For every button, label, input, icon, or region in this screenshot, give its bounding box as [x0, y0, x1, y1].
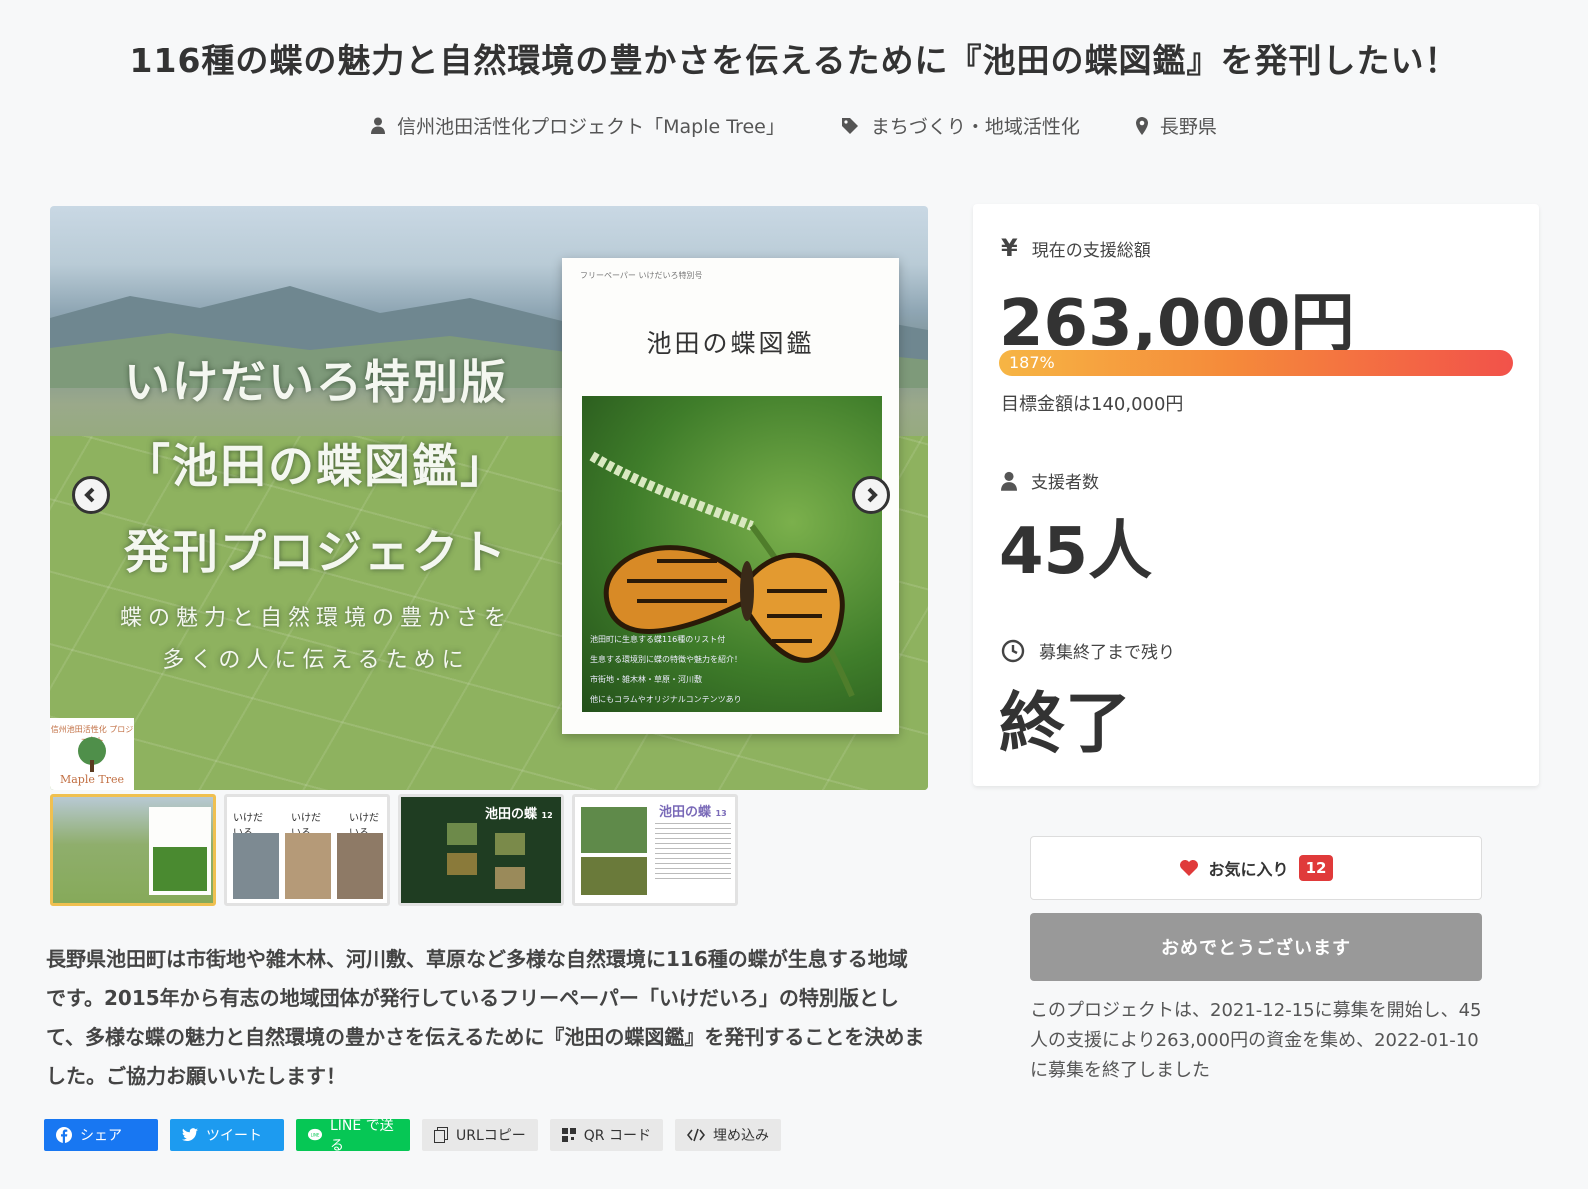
chevron-right-icon — [867, 487, 878, 503]
book-series-label: フリーペーパー いけだいろ特別号 — [580, 271, 703, 280]
yen-icon: ¥ — [1001, 234, 1018, 262]
qr-code-icon — [561, 1128, 576, 1142]
favorite-count-badge: 12 — [1298, 855, 1334, 881]
location-name: 長野県 — [1159, 116, 1217, 138]
project-summary: このプロジェクトは、2021-12-15に募集を開始し、45人の支援により263… — [1030, 1000, 1482, 1081]
maple-tree-logo: 信州池田活性化 プロジェクト Maple Tree — [50, 718, 134, 790]
favorite-button[interactable]: お気に入り 12 — [1030, 836, 1482, 900]
heart-icon — [1179, 860, 1198, 876]
goal-amount: 目標金額は140,000円 — [1001, 394, 1184, 415]
remaining-value: 終了 — [999, 685, 1131, 762]
thumbnail-strip: いけだいろ いけだいろ いけだいろ 池田の蝶 12 池田の蝶 13 — [50, 794, 738, 906]
hero-line3: 発刊プロジェクト — [124, 525, 508, 579]
project-description: 長野県池田町は市街地や雑木林、河川敷、草原など多様な自然環境に116種の蝶が生息… — [46, 947, 925, 1088]
category-link[interactable]: まちづくり・地域活性化 — [841, 112, 1080, 139]
embed-label: 埋め込み — [712, 1128, 769, 1144]
carousel-prev-button[interactable] — [72, 476, 110, 514]
remaining-label-row: 募集終了まで残り — [1001, 638, 1175, 663]
amount-label-row: ¥ 現在の支援総額 — [1001, 234, 1151, 262]
backers-label-row: 支援者数 — [1001, 468, 1099, 493]
category-name: まちづくり・地域活性化 — [870, 116, 1080, 138]
user-icon — [1001, 471, 1017, 491]
project-ended-button: おめでとうございます — [1030, 913, 1482, 981]
progress-percent: 187% — [1009, 353, 1055, 372]
book-caption-4: 他にもコラムやオリジナルコンテンツあり — [590, 695, 742, 704]
backers-value: 45人 — [999, 515, 1153, 589]
book-caption-1: 池田町に生息する蝶116種のリスト付 — [590, 635, 726, 644]
facebook-icon — [56, 1127, 72, 1143]
thumb4-page: 13 — [715, 809, 727, 818]
hero-line2: 「池田の蝶図鑑」 — [124, 439, 508, 493]
svg-text:LINE: LINE — [311, 1132, 320, 1137]
twitter-share-label: ツイート — [206, 1128, 262, 1144]
facebook-share-button[interactable]: シェア — [44, 1119, 158, 1151]
remaining-label: 募集終了まで残り — [1039, 643, 1175, 663]
embed-button[interactable]: 埋め込み — [674, 1119, 781, 1151]
map-marker-icon — [1135, 116, 1148, 135]
favorite-label: お気に入り — [1208, 860, 1289, 879]
hero-carousel[interactable]: いけだいろ特別版 「池田の蝶図鑑」 発刊プロジェクト 蝶の魅力と自然環境の豊かさ… — [50, 206, 928, 790]
thumbnail-2[interactable]: いけだいろ いけだいろ いけだいろ — [224, 794, 390, 906]
twitter-share-button[interactable]: ツイート — [170, 1119, 284, 1151]
project-meta: 信州池田活性化プロジェクト「Maple Tree」 まちづくり・地域活性化 長野… — [0, 112, 1588, 139]
thumbnail-1[interactable] — [50, 794, 216, 906]
book-caption-2: 生息する環境別に蝶の特徴や魅力を紹介！ — [590, 655, 742, 664]
thumb4-title: 池田の蝶 — [659, 805, 712, 820]
location-link[interactable]: 長野県 — [1135, 112, 1217, 139]
thumb3-page: 12 — [541, 811, 553, 820]
book-title: 池田の蝶図鑑 — [646, 329, 815, 358]
user-icon — [371, 117, 386, 134]
thumbnail-4[interactable]: 池田の蝶 13 — [572, 794, 738, 906]
page-title: 116種の蝶の魅力と自然環境の豊かさを伝えるために『池田の蝶図鑑』を発刊したい！ — [129, 41, 1459, 80]
book-cover: フリーペーパー いけだいろ特別号 池田の蝶図鑑 池田町に生息する蝶116種のリス… — [562, 258, 899, 734]
url-copy-label: URLコピー — [456, 1128, 526, 1144]
owner-link[interactable]: 信州池田活性化プロジェクト「Maple Tree」 — [371, 112, 785, 139]
copy-icon — [434, 1127, 448, 1143]
chevron-left-icon — [84, 487, 95, 503]
line-share-button[interactable]: LINE LINE で送る — [296, 1118, 410, 1154]
progress-bar: 187% — [999, 350, 1513, 376]
thumb3-title: 池田の蝶 — [485, 807, 538, 822]
qr-code-label: QR コード — [583, 1128, 651, 1144]
url-copy-button[interactable]: URLコピー — [422, 1119, 538, 1151]
backers-label: 支援者数 — [1031, 473, 1099, 493]
amount-label: 現在の支援総額 — [1031, 240, 1151, 261]
code-icon — [686, 1128, 705, 1142]
hero-line1: いけだいろ特別版 — [124, 355, 508, 409]
logo-text: Maple Tree — [59, 773, 124, 786]
line-icon: LINE — [308, 1128, 322, 1141]
owner-name: 信州池田活性化プロジェクト「Maple Tree」 — [397, 116, 785, 138]
facebook-share-label: シェア — [80, 1128, 122, 1144]
hero-subtitle2: 多くの人に伝えるために — [162, 648, 470, 673]
thumbnail-3[interactable]: 池田の蝶 12 — [398, 794, 564, 906]
butterfly-photo: 池田町に生息する蝶116種のリスト付 生息する環境別に蝶の特徴や魅力を紹介！ 市… — [582, 396, 882, 712]
qr-code-button[interactable]: QR コード — [549, 1119, 663, 1151]
twitter-icon — [182, 1128, 198, 1142]
share-bar: シェア ツイート LINE LINE で送る URLコピー QR コード 埋め込… — [44, 1118, 781, 1154]
carousel-next-button[interactable] — [852, 476, 890, 514]
book-caption-3: 市街地・雑木林・草原・河川敷 — [590, 675, 702, 684]
clock-icon — [1001, 639, 1025, 662]
line-share-label: LINE で送る — [330, 1118, 394, 1154]
tag-icon — [841, 117, 858, 134]
hero-subtitle1: 蝶の魅力と自然環境の豊かさを — [119, 606, 512, 631]
tree-icon — [78, 737, 106, 772]
stats-card: ¥ 現在の支援総額 263,000円 187% 目標金額は140,000円 支援… — [973, 204, 1539, 786]
